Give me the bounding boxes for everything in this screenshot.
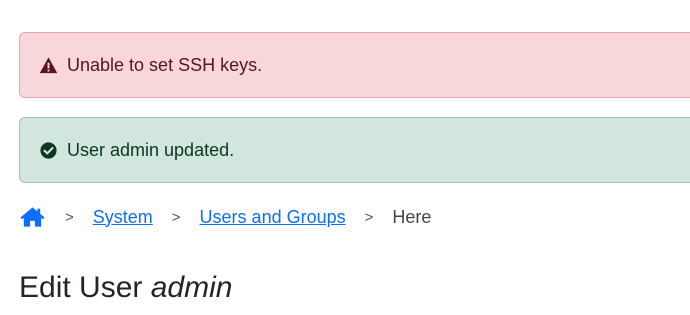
breadcrumb: > System > Users and Groups > Here	[19, 203, 431, 231]
error-alert: Unable to set SSH keys.	[19, 32, 690, 98]
home-icon[interactable]	[19, 205, 46, 229]
page: Unable to set SSH keys. User admin updat…	[0, 0, 690, 315]
error-alert-message: Unable to set SSH keys.	[67, 54, 263, 75]
warning-triangle-icon	[39, 56, 58, 75]
page-title-username: admin	[150, 271, 233, 304]
breadcrumb-link-system[interactable]: System	[93, 207, 153, 228]
page-title-prefix: Edit User	[19, 271, 143, 304]
page-title: Edit User admin	[19, 268, 232, 308]
breadcrumb-separator: >	[364, 208, 374, 226]
success-alert-message: User admin updated.	[67, 139, 235, 160]
breadcrumb-current: Here	[392, 206, 432, 227]
breadcrumb-separator: >	[65, 208, 74, 226]
check-circle-icon	[39, 141, 58, 160]
breadcrumb-separator: >	[171, 208, 181, 226]
breadcrumb-link-users-and-groups[interactable]: Users and Groups	[200, 207, 346, 228]
success-alert: User admin updated.	[19, 117, 690, 183]
